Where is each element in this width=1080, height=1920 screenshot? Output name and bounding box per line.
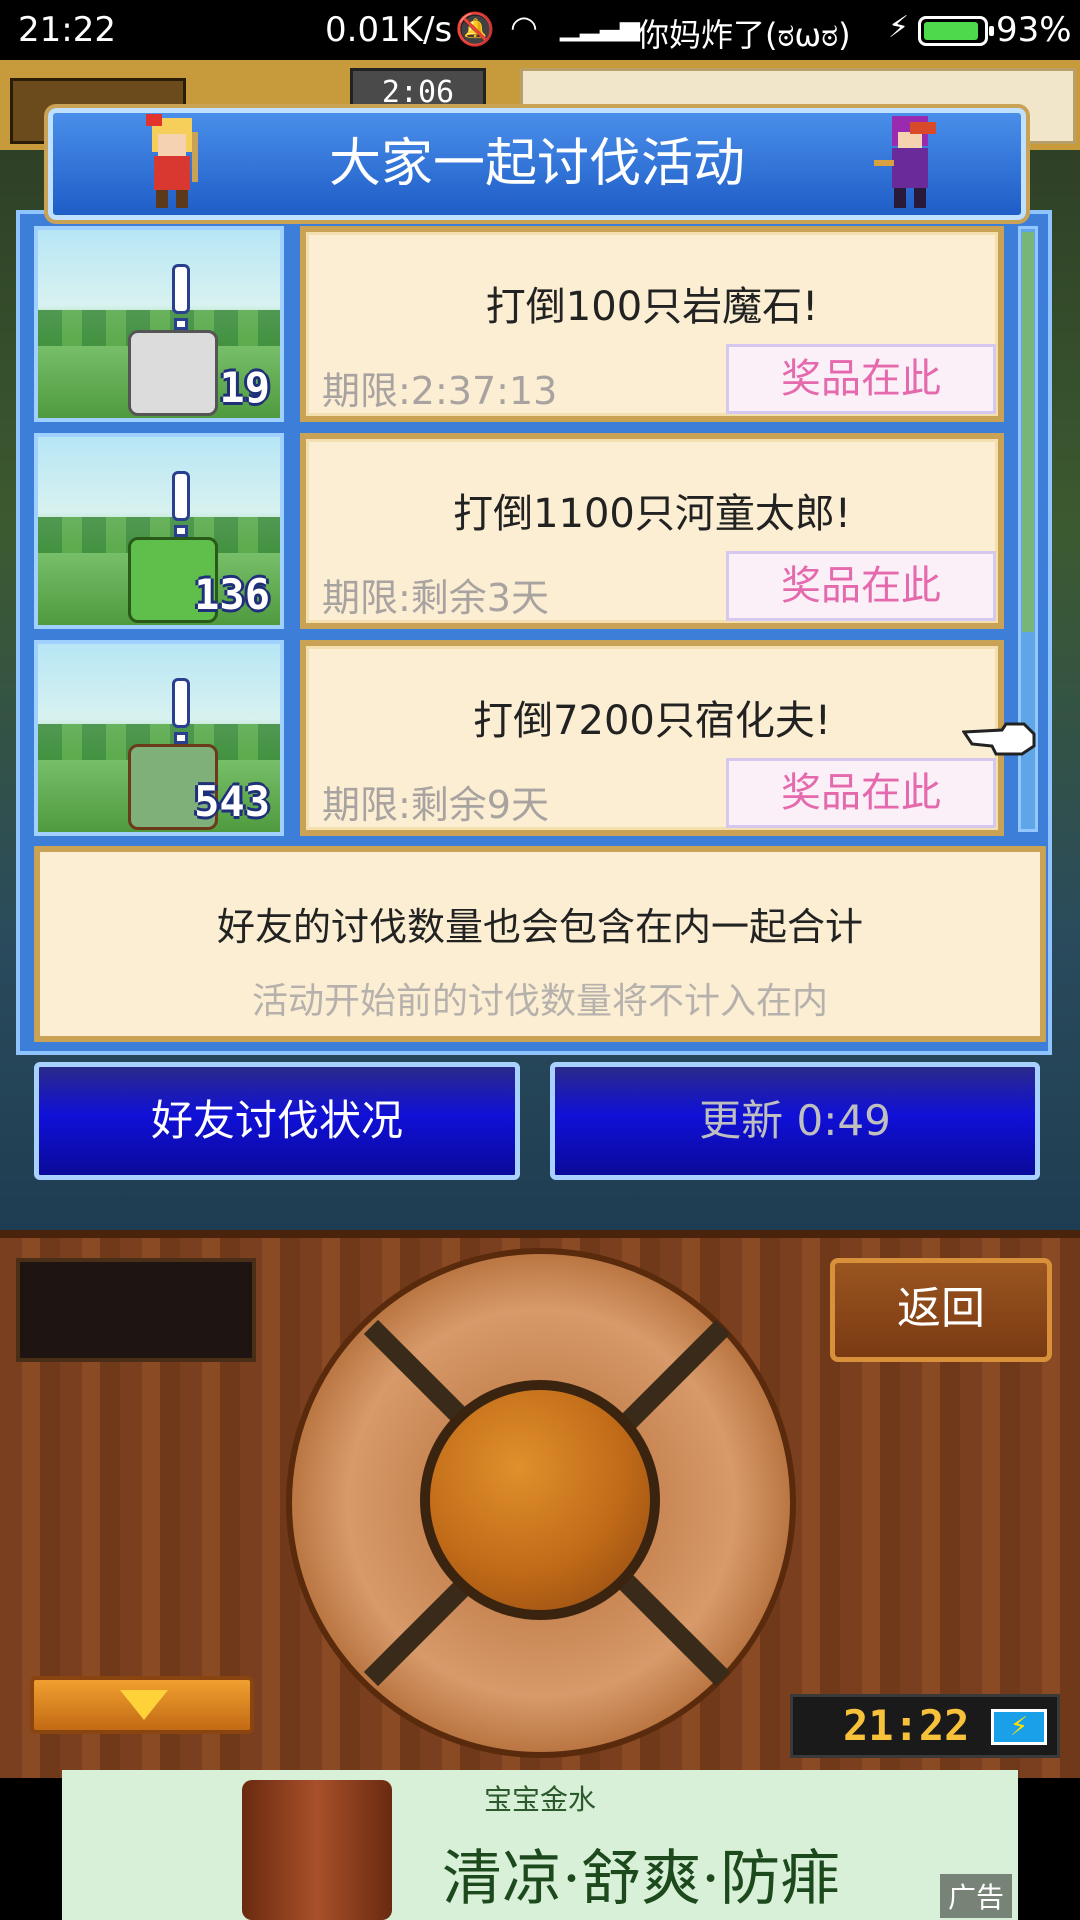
empty-slot [16, 1258, 256, 1362]
charging-icon: ⚡ [888, 10, 910, 45]
alert-icon [172, 471, 190, 521]
prize-button[interactable]: 奖品在此 [726, 758, 996, 828]
carrier-name: 你妈炸了(ಠωಠ) [637, 16, 851, 54]
quest-thumbnail: 136 [34, 433, 284, 629]
quest-title: 打倒1100只河童太郎! [453, 491, 851, 537]
quest-deadline: 期限:2:37:13 [322, 369, 558, 413]
dpad-center-button[interactable] [420, 1380, 660, 1620]
scrollbar-thumb[interactable] [1022, 232, 1034, 632]
down-arrow-icon [120, 1690, 168, 1720]
ninja-sprite-icon [874, 116, 936, 208]
network-speed: 0.01K/s [325, 10, 453, 50]
info-box: 好友的讨伐数量也会包含在内一起合计 活动开始前的讨伐数量将不计入在内 [34, 846, 1046, 1042]
quest-card: 打倒1100只河童太郎! 期限:剩余3天 奖品在此 [300, 433, 1004, 629]
quest-row[interactable]: 543 打倒7200只宿化夫! 期限:剩余9天 奖品在此 [0, 640, 1080, 836]
status-time: 21:22 [18, 10, 116, 50]
refresh-button[interactable]: 更新 0:49 [550, 1062, 1040, 1180]
signal-icon: ▁▂▃▅ [560, 12, 640, 42]
hero-sprite-icon [146, 114, 198, 208]
quest-thumbnail: 19 [34, 226, 284, 422]
battery-percent: 93% [996, 10, 1072, 50]
kill-count: 543 [194, 777, 270, 826]
battery-icon [918, 16, 994, 46]
kill-count: 19 [219, 363, 270, 412]
quest-row[interactable]: 136 打倒1100只河童太郎! 期限:剩余3天 奖品在此 [0, 433, 1080, 629]
prize-button[interactable]: 奖品在此 [726, 551, 996, 621]
quest-card: 打倒7200只宿化夫! 期限:剩余9天 奖品在此 [300, 640, 1004, 836]
rock-monster-icon [128, 330, 218, 416]
quest-card: 打倒100只岩魔石! 期限:2:37:13 奖品在此 [300, 226, 1004, 422]
hand-pointer-icon [962, 722, 1036, 756]
ad-banner[interactable]: 宝宝金水 清凉·舒爽·防痱 广告 [62, 1770, 1018, 1920]
ad-slogan: 清凉·舒爽·防痱 [442, 1844, 841, 1914]
kill-count: 136 [194, 570, 270, 619]
quest-title: 打倒7200只宿化夫! [473, 698, 831, 744]
scroll-down-button[interactable] [30, 1676, 254, 1734]
quest-deadline: 期限:剩余3天 [322, 576, 549, 620]
game-clock: 21:22 ⚡ [790, 1694, 1060, 1758]
status-bar: 21:22 0.01K/s 🔕 ◠ ▁▂▃▅ 你妈炸了(ಠωಠ) ⚡ 93% [0, 0, 1080, 60]
alert-icon [172, 678, 190, 728]
quest-deadline: 期限:剩余9天 [322, 783, 549, 827]
wifi-icon: ◠ [510, 8, 538, 46]
alert-icon [172, 264, 190, 314]
ad-brand: 宝宝金水 [483, 1783, 596, 1816]
ad-label: 广告 [939, 1874, 1012, 1918]
quest-title: 打倒100只岩魔石! [485, 284, 819, 330]
mute-icon: 🔕 [455, 10, 495, 48]
game-time: 21:22 [843, 1701, 970, 1750]
friend-status-button[interactable]: 好友讨伐状况 [34, 1062, 520, 1180]
battery-charge-icon: ⚡ [991, 1709, 1047, 1745]
back-button[interactable]: 返回 [830, 1258, 1052, 1362]
info-text-secondary: 活动开始前的讨伐数量将不计入在内 [251, 981, 828, 1022]
quest-row[interactable]: 19 打倒100只岩魔石! 期限:2:37:13 奖品在此 [0, 226, 1080, 422]
info-text-primary: 好友的讨伐数量也会包含在内一起合计 [216, 905, 863, 949]
quest-thumbnail: 543 [34, 640, 284, 836]
prize-button[interactable]: 奖品在此 [726, 344, 996, 414]
